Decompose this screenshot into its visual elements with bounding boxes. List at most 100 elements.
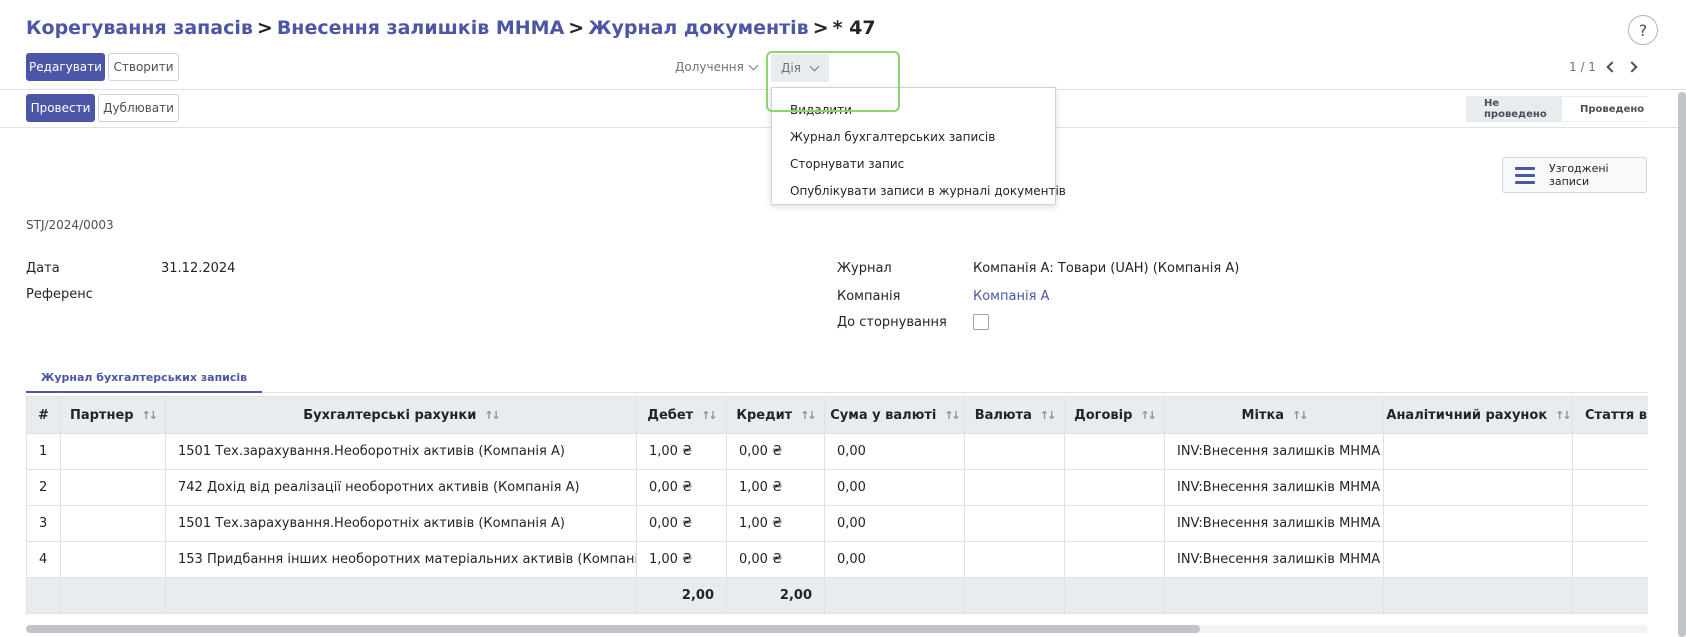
cell-partner: [60, 433, 166, 470]
menu-item-journal-items[interactable]: Журнал бухгалтерських записів: [772, 123, 1055, 150]
cell-number: 4: [26, 541, 61, 578]
breadcrumb-current: * 47: [832, 17, 876, 39]
help-button[interactable]: ?: [1628, 15, 1658, 45]
cell-expense-item: [1572, 505, 1648, 542]
duplicate-button[interactable]: Дублювати: [98, 94, 179, 122]
stage-posted[interactable]: Проведено: [1562, 96, 1648, 122]
cell-amount-currency: 0,00: [824, 505, 965, 542]
breadcrumb-separator: >: [812, 17, 829, 39]
cell-currency: [964, 541, 1065, 578]
col-header-analytic[interactable]: Аналітичний рахунок ↑↓: [1383, 396, 1573, 434]
pager-prev-icon[interactable]: [1606, 61, 1618, 73]
cell-partner: [60, 541, 166, 578]
post-button[interactable]: Провести: [26, 94, 95, 122]
menu-item-delete[interactable]: Видалити: [772, 96, 1055, 123]
col-header-expense-item[interactable]: Стаття вит: [1572, 396, 1648, 434]
create-button[interactable]: Створити: [108, 53, 179, 81]
cell-expense-item: [1572, 469, 1648, 506]
breadcrumb-item-stock-adjustment[interactable]: Корегування запасів: [26, 17, 253, 39]
sort-icon[interactable]: ↑↓: [1040, 409, 1057, 422]
breadcrumb: Корегування запасів > Внесення залишків МН…: [26, 17, 876, 39]
reconciled-entries-button[interactable]: Узгоджені записи: [1502, 157, 1647, 193]
sort-icon[interactable]: ↑↓: [142, 409, 159, 422]
hamburger-icon: [1515, 166, 1535, 184]
attachments-dropdown[interactable]: Долучення: [675, 60, 759, 74]
tab-bar: Журнал бухгалтерських записів: [26, 363, 1648, 393]
cell-analytic: [1383, 433, 1573, 470]
journal-field[interactable]: Компанія А: Товари (UAH) (Компанія А): [973, 261, 1239, 276]
cell-label: INV:Внесення залишків МНМА: [1164, 541, 1384, 578]
col-header-debit[interactable]: Дебет ↑↓: [636, 396, 727, 434]
cell-expense-item: [1572, 541, 1648, 578]
sort-icon[interactable]: ↑↓: [484, 409, 501, 422]
col-header-credit[interactable]: Кредит ↑↓: [726, 396, 825, 434]
breadcrumb-item-opening-balances[interactable]: Внесення залишків МНМА: [277, 17, 564, 39]
chevron-down-icon: [748, 60, 759, 70]
cell-credit: 1,00 ₴: [726, 469, 825, 506]
total-credit: 2,00: [726, 577, 825, 614]
cell-credit: 0,00 ₴: [726, 433, 825, 470]
cell-expense-item: [1572, 433, 1648, 470]
action-label: Дія: [781, 61, 801, 75]
sort-icon[interactable]: ↑↓: [701, 409, 718, 422]
reversal-checkbox[interactable]: [973, 314, 989, 330]
cell-partner: [60, 505, 166, 542]
question-icon: ?: [1638, 20, 1648, 40]
table-row[interactable]: 3 1501 Тех.зарахування.Необоротніх актив…: [26, 505, 1648, 542]
vertical-scrollbar[interactable]: [1678, 92, 1686, 637]
document-number: STJ/2024/0003: [26, 218, 114, 232]
sort-icon[interactable]: ↑↓: [1292, 409, 1309, 422]
cell-currency: [964, 505, 1065, 542]
vertical-scrollbar-thumb[interactable]: [1678, 92, 1686, 637]
table-row[interactable]: 2 742 Дохід від реалізації необоротних а…: [26, 469, 1648, 506]
table-totals-row: 2,00 2,00: [26, 577, 1648, 614]
cell-amount-currency: 0,00: [824, 469, 965, 506]
menu-item-reverse[interactable]: Сторнувати запис: [772, 150, 1055, 177]
date-label: Дата: [26, 261, 60, 276]
col-header-account[interactable]: Бухгалтерські рахунки ↑↓: [165, 396, 637, 434]
pager-value[interactable]: 1 / 1: [1569, 60, 1596, 74]
cell-label: INV:Внесення залишків МНМА: [1164, 433, 1384, 470]
cell-contract: [1064, 433, 1165, 470]
pager-next-icon[interactable]: [1626, 61, 1638, 73]
breadcrumb-separator: >: [568, 17, 585, 39]
journal-lines-table: # Партнер ↑↓ Бухгалтерські рахунки ↑↓ Дебе…: [26, 396, 1648, 616]
sort-icon[interactable]: ↑↓: [1140, 409, 1157, 422]
chevron-down-icon: [809, 61, 820, 71]
journal-label: Журнал: [837, 261, 892, 276]
col-header-number[interactable]: #: [26, 396, 61, 434]
col-header-partner[interactable]: Партнер ↑↓: [60, 396, 166, 434]
sort-icon[interactable]: ↑↓: [1555, 409, 1571, 422]
cell-analytic: [1383, 505, 1573, 542]
table-row[interactable]: 1 1501 Тех.зарахування.Необоротніх актив…: [26, 433, 1648, 470]
col-header-label[interactable]: Мітка ↑↓: [1164, 396, 1384, 434]
cell-credit: 1,00 ₴: [726, 505, 825, 542]
table-row[interactable]: 4 153 Придбання інших необоротних матері…: [26, 541, 1648, 578]
action-dropdown[interactable]: Дія: [771, 54, 829, 82]
horizontal-scrollbar[interactable]: [26, 625, 1648, 633]
attachments-label: Долучення: [675, 60, 744, 74]
breadcrumb-item-journal-entries[interactable]: Журнал документів: [588, 17, 809, 39]
sort-icon[interactable]: ↑↓: [944, 409, 961, 422]
cell-currency: [964, 433, 1065, 470]
breadcrumb-separator: >: [256, 17, 273, 39]
stage-draft[interactable]: Не проведено: [1466, 96, 1562, 122]
cell-analytic: [1383, 469, 1573, 506]
sort-icon[interactable]: ↑↓: [800, 409, 817, 422]
tab-journal-items[interactable]: Журнал бухгалтерських записів: [26, 363, 262, 393]
cell-debit: 1,00 ₴: [636, 541, 727, 578]
col-header-amount-currency[interactable]: Сума у валюті ↑↓: [824, 396, 965, 434]
cell-analytic: [1383, 541, 1573, 578]
horizontal-scrollbar-thumb[interactable]: [26, 625, 1200, 633]
edit-button[interactable]: Редагувати: [26, 53, 105, 81]
date-field[interactable]: 31.12.2024: [161, 261, 235, 276]
menu-item-publish[interactable]: Опублікувати записи в журналі документів: [772, 177, 1066, 204]
col-header-contract[interactable]: Договір ↑↓: [1064, 396, 1165, 434]
cell-number: 2: [26, 469, 61, 506]
company-field[interactable]: Компанія А: [973, 289, 1049, 304]
col-header-currency[interactable]: Валюта ↑↓: [964, 396, 1065, 434]
cell-partner: [60, 469, 166, 506]
cell-account: 1501 Тех.зарахування.Необоротніх активів…: [165, 505, 637, 542]
cell-amount-currency: 0,00: [824, 541, 965, 578]
cell-contract: [1064, 469, 1165, 506]
